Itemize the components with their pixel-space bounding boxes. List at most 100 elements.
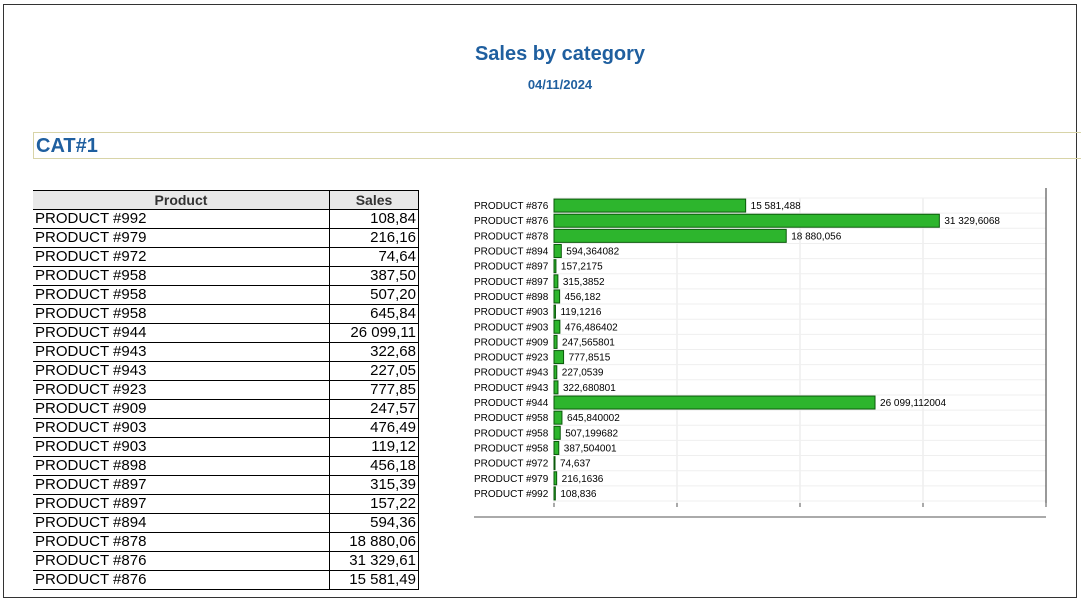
bar [553, 486, 556, 501]
chart-svg: PRODUCT #876 15 581,488 PRODUCT #876 31 329… [474, 188, 1060, 540]
sales-cell: 322,68 [329, 342, 419, 362]
bar [553, 274, 559, 289]
data-label: 26 099,112004 [880, 398, 946, 409]
category-label: PRODUCT #958 [474, 428, 549, 439]
table-row: PRODUCT #992 108,84 [33, 209, 419, 229]
sales-cell: 645,84 [329, 304, 419, 324]
table-row: PRODUCT #909 247,57 [33, 399, 419, 419]
category-label: PRODUCT #894 [474, 247, 549, 258]
table-row: PRODUCT #943 322,68 [33, 342, 419, 362]
sales-cell: 15 581,49 [329, 570, 419, 590]
bar [553, 380, 559, 395]
bar [553, 395, 876, 410]
data-label: 74,637 [560, 459, 591, 470]
sales-cell: 227,05 [329, 361, 419, 381]
sales-cell: 315,39 [329, 475, 419, 495]
table-row: PRODUCT #876 15 581,49 [33, 570, 419, 590]
category-label: PRODUCT #958 [474, 443, 549, 454]
bar [553, 365, 558, 380]
table-row: PRODUCT #903 119,12 [33, 437, 419, 457]
table-row: PRODUCT #894 594,36 [33, 513, 419, 533]
product-cell: PRODUCT #876 [33, 570, 330, 590]
category-label: PRODUCT #958 [474, 413, 549, 424]
product-cell: PRODUCT #894 [33, 513, 330, 533]
data-label: 594,364082 [566, 247, 619, 258]
table-row: PRODUCT #897 157,22 [33, 494, 419, 514]
sales-cell: 119,12 [329, 437, 419, 457]
bar [553, 244, 562, 259]
table-row: PRODUCT #903 476,49 [33, 418, 419, 438]
product-cell: PRODUCT #944 [33, 323, 330, 343]
table-row: PRODUCT #979 216,16 [33, 228, 419, 248]
sales-cell: 456,18 [329, 456, 419, 476]
category-label: PRODUCT #943 [474, 368, 549, 379]
data-label: 15 581,488 [751, 201, 801, 212]
column-header-product: Product [33, 190, 330, 210]
data-label: 247,565801 [562, 337, 615, 348]
sales-table: Product Sales PRODUCT #992 108,84 PRODUCT … [33, 190, 419, 590]
product-cell: PRODUCT #943 [33, 342, 330, 362]
column-header-sales: Sales [329, 190, 419, 210]
bar [553, 259, 557, 274]
table-row: PRODUCT #944 26 099,11 [33, 323, 419, 343]
category-label: PRODUCT #898 [474, 292, 549, 303]
category-label: PRODUCT #909 [474, 337, 549, 348]
data-label: 227,0539 [562, 368, 604, 379]
category-header: CAT#1 [33, 132, 1081, 159]
sales-cell: 594,36 [329, 513, 419, 533]
table-row: PRODUCT #897 315,39 [33, 475, 419, 495]
sales-cell: 157,22 [329, 494, 419, 514]
product-cell: PRODUCT #903 [33, 418, 330, 438]
bar [553, 289, 561, 304]
product-cell: PRODUCT #972 [33, 247, 330, 267]
bar [553, 350, 565, 365]
table-row: PRODUCT #923 777,85 [33, 380, 419, 400]
table-row: PRODUCT #878 18 880,06 [33, 532, 419, 552]
bar [553, 334, 558, 349]
product-cell: PRODUCT #897 [33, 475, 330, 495]
data-label: 456,182 [565, 292, 602, 303]
table-row: PRODUCT #958 387,50 [33, 266, 419, 286]
bar [553, 440, 560, 455]
data-label: 216,1636 [562, 474, 604, 485]
category-label: PRODUCT #897 [474, 277, 549, 288]
product-cell: PRODUCT #992 [33, 209, 330, 229]
report-title: Sales by category [474, 43, 646, 65]
data-label: 322,680801 [563, 383, 616, 394]
category-label: PRODUCT #992 [474, 489, 549, 500]
category-label: PRODUCT #876 [474, 201, 549, 212]
data-label: 777,8515 [569, 353, 611, 364]
table-row: PRODUCT #876 31 329,61 [33, 551, 419, 571]
table-row: PRODUCT #958 645,84 [33, 304, 419, 324]
table-row: PRODUCT #958 507,20 [33, 285, 419, 305]
sales-cell: 18 880,06 [329, 532, 419, 552]
bar [553, 213, 940, 228]
sales-cell: 507,20 [329, 285, 419, 305]
product-cell: PRODUCT #909 [33, 399, 330, 419]
bar [553, 319, 561, 334]
category-label: PRODUCT #897 [474, 262, 549, 273]
category-label: PRODUCT #903 [474, 322, 549, 333]
category-label: PRODUCT #903 [474, 307, 549, 318]
sales-cell: 216,16 [329, 228, 419, 248]
data-label: 315,3852 [563, 277, 605, 288]
bar [553, 471, 558, 486]
table-row: PRODUCT #972 74,64 [33, 247, 419, 267]
sales-cell: 31 329,61 [329, 551, 419, 571]
sales-cell: 777,85 [329, 380, 419, 400]
category-label: PRODUCT #923 [474, 353, 549, 364]
sales-cell: 247,57 [329, 399, 419, 419]
product-cell: PRODUCT #979 [33, 228, 330, 248]
sales-cell: 74,64 [329, 247, 419, 267]
sales-cell: 26 099,11 [329, 323, 419, 343]
table-row: PRODUCT #943 227,05 [33, 361, 419, 381]
category-label: PRODUCT #943 [474, 383, 549, 394]
bar [553, 228, 787, 243]
sales-cell: 476,49 [329, 418, 419, 438]
product-cell: PRODUCT #958 [33, 304, 330, 324]
data-label: 157,2175 [561, 262, 603, 273]
bar [553, 304, 556, 319]
category-label: PRODUCT #876 [474, 216, 549, 227]
table-row: PRODUCT #898 456,18 [33, 456, 419, 476]
bar [553, 425, 561, 440]
